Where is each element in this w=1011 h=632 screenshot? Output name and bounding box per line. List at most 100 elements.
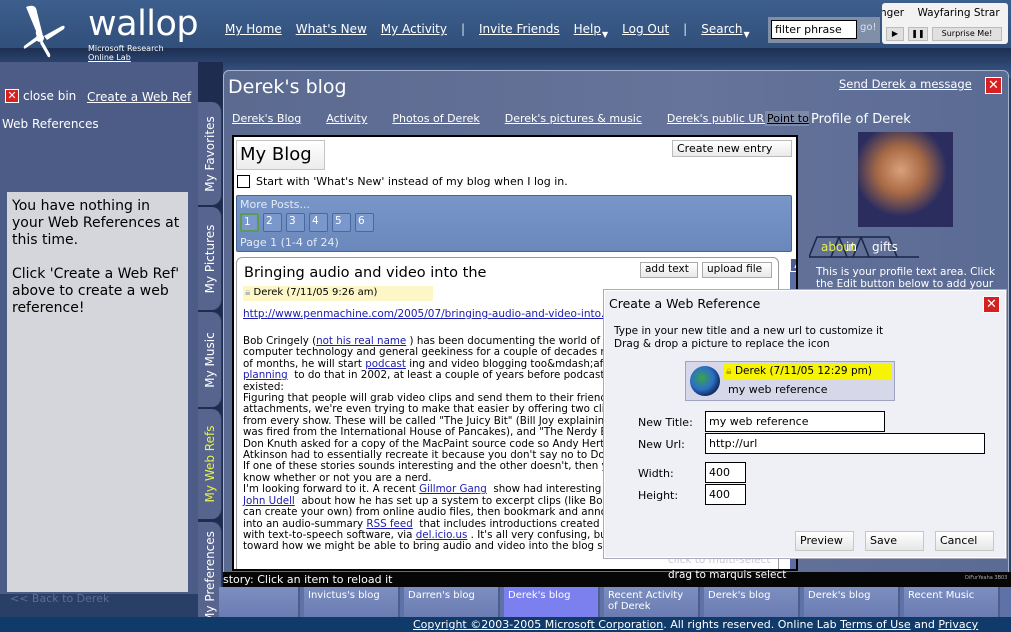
post-inline-link[interactable]: RSS feed	[366, 518, 412, 530]
nav-my-home[interactable]: My Home	[225, 22, 282, 39]
dialog-close-button[interactable]: ✕	[983, 296, 1000, 313]
filter-input[interactable]	[771, 20, 857, 39]
post-text: to do that in 2002, at least a couple of…	[287, 369, 621, 382]
dialog-description: Type in your new title and a new url to …	[614, 325, 883, 351]
create-entry-button[interactable]: Create new entry	[672, 140, 792, 157]
history-item[interactable]: Derek's blog	[804, 587, 900, 617]
new-url-input[interactable]	[705, 433, 985, 454]
watermark: DiFurYeaha 3B03	[965, 575, 1008, 581]
profile-tab-gifts[interactable]: gifts	[872, 240, 898, 254]
nav-whats-new[interactable]: What's New	[296, 22, 367, 39]
history-item[interactable]: Recent Activity of Derek	[604, 587, 700, 617]
top-nav: My Home What's New My Activity | Invite …	[225, 22, 750, 39]
close-window-button[interactable]: ✕	[985, 77, 1002, 94]
history-item[interactable]: Recent Music	[904, 587, 1000, 617]
start-whats-new-checkbox[interactable]	[237, 175, 250, 188]
post-url-link[interactable]: http://www.penmachine.com/2005/07/bringi…	[243, 308, 615, 320]
post-text: with text-to-speech software, via	[243, 528, 416, 541]
page-button[interactable]: 2	[263, 213, 282, 232]
filter-go-button[interactable]: go!	[860, 22, 876, 33]
tab-my-web-refs[interactable]: My Web Refs	[198, 409, 222, 519]
tab-my-favorites[interactable]: My Favorites	[198, 102, 222, 205]
send-message-link[interactable]: Send Derek a message	[839, 77, 972, 91]
page-button[interactable]: 5	[332, 213, 351, 232]
nav-invite-friends[interactable]: Invite Friends	[479, 22, 560, 39]
new-title-input[interactable]	[705, 411, 885, 432]
profile-tab-in[interactable]: in	[846, 240, 857, 254]
page-button[interactable]: 1	[240, 213, 259, 232]
height-input[interactable]	[705, 484, 746, 505]
logo-subtitle: Microsoft Research	[88, 44, 164, 53]
bin-empty-panel: You have nothing in your Web References …	[7, 192, 188, 592]
search-dropdown-icon[interactable]: ▼	[743, 30, 749, 39]
history-item[interactable]	[219, 587, 300, 617]
post-text: Figuring that people will grab video cli…	[243, 392, 613, 405]
nav-help-group[interactable]: Help▼	[574, 22, 609, 39]
new-title-label: New Title:	[638, 416, 693, 429]
logo-wordmark: wallop	[88, 4, 199, 44]
close-bin-button[interactable]: ✕ close bin	[5, 89, 76, 103]
rights-text: . All rights reserved. Online Lab	[663, 618, 841, 631]
cancel-button[interactable]: Cancel	[935, 531, 994, 551]
marquis-select-hint: drag to marquis select	[668, 569, 787, 581]
create-web-ref-link[interactable]: Create a Web Ref	[87, 90, 191, 104]
web-ref-preview-card[interactable]: 🔒︎ Derek (7/11/05 12:29 pm) my web refer…	[685, 361, 895, 401]
page-button[interactable]: 6	[355, 213, 374, 232]
tab-my-music[interactable]: My Music	[198, 312, 222, 407]
post-inline-link[interactable]: del.icio.us	[416, 529, 468, 541]
history-item[interactable]: Derek's blog	[504, 587, 600, 617]
privacy-link[interactable]: Privacy	[938, 618, 978, 631]
post-inline-link[interactable]: Gillmor Gang	[419, 483, 487, 495]
tab-activity[interactable]: Activity	[326, 112, 367, 125]
tab-dereks-blog[interactable]: Derek's Blog	[232, 112, 301, 125]
nav-log-out[interactable]: Log Out	[622, 22, 669, 39]
post-inline-link[interactable]: not his real name	[316, 335, 406, 347]
globe-icon[interactable]	[690, 366, 720, 396]
music-player: nger Wayfaring Strar ▶ ❚❚ Surprise Me!	[882, 3, 1008, 44]
tab-pictures-music[interactable]: Derek's pictures & music	[505, 112, 642, 125]
save-button[interactable]: Save	[865, 531, 924, 551]
post-inline-link[interactable]: John Udell	[243, 495, 295, 507]
tab-my-pictures[interactable]: My Pictures	[198, 207, 222, 310]
post-text: attachments, we're even trying to make t…	[243, 403, 612, 416]
copyright-link[interactable]: Copyright ©2003-2005 Microsoft Corporati…	[413, 618, 663, 631]
post-text: toward how we might be able to bring aud…	[243, 540, 616, 553]
page-button[interactable]: 4	[309, 213, 328, 232]
scroll-up-arrow-icon[interactable]: ▲	[790, 258, 796, 272]
close-bin-label[interactable]: close bin	[23, 89, 76, 103]
terms-link[interactable]: Terms of Use	[840, 618, 911, 631]
wallop-logo[interactable]: wallop Microsoft Research Online Lab	[20, 4, 199, 62]
history-item[interactable]: Derek's blog	[704, 587, 800, 617]
page-button[interactable]: 3	[286, 213, 305, 232]
nav-help[interactable]: Help	[574, 22, 601, 36]
nav-search[interactable]: Search	[701, 22, 742, 36]
point-to-link[interactable]: Point to	[765, 111, 809, 126]
dialog-desc-line: Type in your new title and a new url to …	[614, 325, 884, 337]
close-icon[interactable]: ✕	[5, 89, 19, 103]
surprise-me-button[interactable]: Surprise Me!	[932, 27, 1002, 41]
help-dropdown-icon[interactable]: ▼	[602, 30, 608, 39]
upload-file-button[interactable]: upload file	[702, 262, 772, 278]
now-playing-title: nger Wayfaring Strar	[882, 7, 1000, 19]
card-meta: 🔒︎ Derek (7/11/05 12:29 pm)	[723, 364, 891, 380]
width-label: Width:	[638, 467, 674, 480]
play-button[interactable]: ▶	[886, 27, 904, 41]
nav-my-activity[interactable]: My Activity	[381, 22, 447, 39]
width-input[interactable]	[705, 462, 746, 483]
pause-button[interactable]: ❚❚	[908, 27, 928, 41]
history-item[interactable]: Invictus's blog	[304, 587, 400, 617]
post-text: Don Knuth asked for a copy of the MacPai…	[243, 437, 614, 450]
preview-button[interactable]: Preview	[795, 531, 854, 551]
logo-online-lab: Online Lab	[88, 53, 131, 62]
my-blog-button[interactable]: My Blog	[236, 140, 325, 170]
profile-photo[interactable]	[858, 132, 953, 227]
post-inline-link[interactable]: podcast	[365, 358, 406, 370]
add-text-button[interactable]: add text	[640, 262, 698, 278]
post-inline-link[interactable]: planning	[243, 369, 288, 381]
nav-search-group[interactable]: Search▼	[701, 22, 749, 39]
tab-label: My Web Refs	[202, 425, 217, 503]
tab-photos[interactable]: Photos of Derek	[392, 112, 479, 125]
tab-public-url[interactable]: Derek's public URL	[667, 112, 770, 125]
history-item[interactable]: Darren's blog	[404, 587, 500, 617]
post-text: that includes introductions created au	[412, 517, 616, 530]
